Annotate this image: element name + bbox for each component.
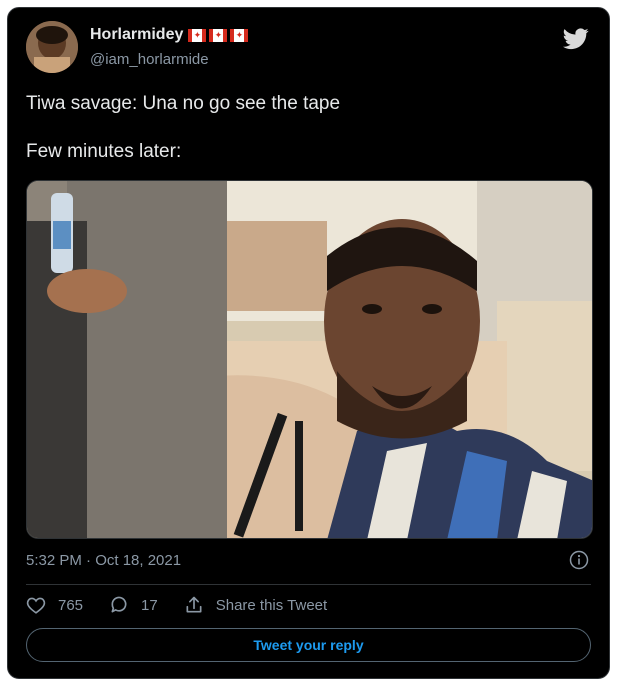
like-count: 765 bbox=[58, 596, 84, 614]
reply-count: 17 bbox=[141, 596, 158, 614]
handle[interactable]: @iam_horlarmide bbox=[90, 51, 209, 68]
tweet-reply-button[interactable]: Tweet your reply bbox=[26, 628, 591, 662]
avatar[interactable] bbox=[26, 21, 78, 73]
share-action[interactable]: Share this Tweet bbox=[184, 595, 327, 615]
tweet-image[interactable] bbox=[26, 180, 593, 539]
like-action[interactable]: 765 bbox=[26, 596, 83, 614]
display-name[interactable]: Horlarmidey bbox=[90, 26, 183, 44]
twitter-bird-icon[interactable] bbox=[563, 28, 589, 50]
heart-icon[interactable] bbox=[26, 596, 46, 614]
info-icon[interactable] bbox=[569, 550, 589, 570]
tweet-text: Tiwa savage: Una no go see the tape Few … bbox=[26, 93, 341, 162]
action-bar: 765 17 Share this Tweet bbox=[26, 595, 353, 615]
share-label: Share this Tweet bbox=[215, 596, 328, 614]
canada-flag-icon: ✦ bbox=[230, 28, 249, 42]
flags: ✦ ✦ ✦ bbox=[185, 28, 249, 42]
canada-flag-icon: ✦ bbox=[188, 28, 207, 42]
share-icon[interactable] bbox=[184, 595, 204, 615]
reply-icon[interactable] bbox=[109, 595, 129, 615]
timestamp[interactable]: 5:32 PM · Oct 18, 2021 bbox=[26, 552, 181, 569]
reply-action[interactable]: 17 bbox=[109, 595, 158, 615]
tweet-card: Horlarmidey ✦ ✦ ✦ @iam_horlarmide Tiwa s… bbox=[7, 7, 610, 679]
divider bbox=[26, 584, 591, 585]
author-name-row[interactable]: Horlarmidey ✦ ✦ ✦ bbox=[90, 26, 249, 44]
canada-flag-icon: ✦ bbox=[209, 28, 228, 42]
